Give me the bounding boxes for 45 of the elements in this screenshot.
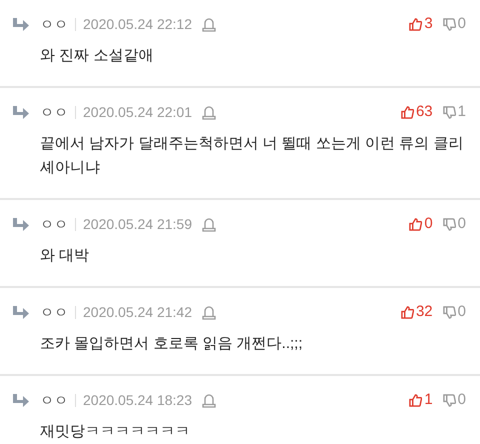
author-name: ㅇㅇ [40, 14, 68, 34]
reply-arrow-icon [12, 18, 29, 30]
thumbs-up-icon [400, 106, 414, 118]
like-button[interactable]: 63 [400, 100, 433, 124]
reply-arrow-icon [12, 394, 29, 406]
thumbs-up-icon [409, 394, 422, 406]
comment-text: 와 진짜 소설같애 [40, 46, 154, 66]
report-siren-icon[interactable] [202, 216, 216, 232]
comment-date: 2020.05.24 22:12 [83, 14, 192, 34]
dislike-button[interactable]: 1 [442, 100, 466, 124]
comment-date: 2020.05.24 21:59 [83, 214, 192, 234]
comment-date: 2020.05.24 18:23 [83, 390, 192, 410]
like-button[interactable]: 3 [409, 12, 433, 36]
reply-arrow-icon [12, 218, 29, 230]
thumbs-up-icon [400, 306, 414, 318]
comment-date: 2020.05.24 21:42 [83, 302, 192, 322]
author-name: ㅇㅇ [40, 102, 68, 122]
thumbs-down-icon [442, 306, 456, 318]
comment-text: 와 대박 [40, 246, 90, 266]
report-siren-icon[interactable] [202, 16, 216, 32]
comment-text: 조카 몰입하면서 호로록 읽음 개쩐다..;;; [40, 334, 304, 354]
thumbs-down-icon [442, 106, 456, 118]
thumbs-down-icon [442, 18, 456, 30]
report-siren-icon[interactable] [202, 392, 216, 408]
author-name: ㅇㅇ [40, 390, 68, 410]
like-button[interactable]: 1 [409, 388, 433, 412]
dislike-button[interactable]: 0 [442, 212, 466, 236]
author-name: ㅇㅇ [40, 214, 68, 234]
dislike-button[interactable]: 0 [442, 12, 466, 36]
like-button[interactable]: 0 [409, 212, 433, 236]
reply-arrow-icon [12, 106, 29, 118]
thumbs-up-icon [409, 18, 422, 30]
report-siren-icon[interactable] [202, 104, 216, 120]
comment-date: 2020.05.24 22:01 [83, 102, 192, 122]
report-siren-icon[interactable] [202, 304, 216, 320]
thumbs-down-icon [442, 218, 456, 230]
thumbs-down-icon [442, 394, 456, 406]
reply-arrow-icon [12, 306, 29, 318]
dislike-button[interactable]: 0 [442, 388, 466, 412]
comment-text: 끝에서 남자가 달래주는척하면서 너 뛸때 쏘는게 이런 류의 클리셰아니냐 [40, 134, 464, 178]
like-button[interactable]: 32 [400, 300, 433, 324]
comment-text: 재밋당ㅋㅋㅋㅋㅋㅋㅋ [40, 422, 191, 442]
thumbs-up-icon [409, 218, 422, 230]
author-name: ㅇㅇ [40, 302, 68, 322]
dislike-button[interactable]: 0 [442, 300, 466, 324]
